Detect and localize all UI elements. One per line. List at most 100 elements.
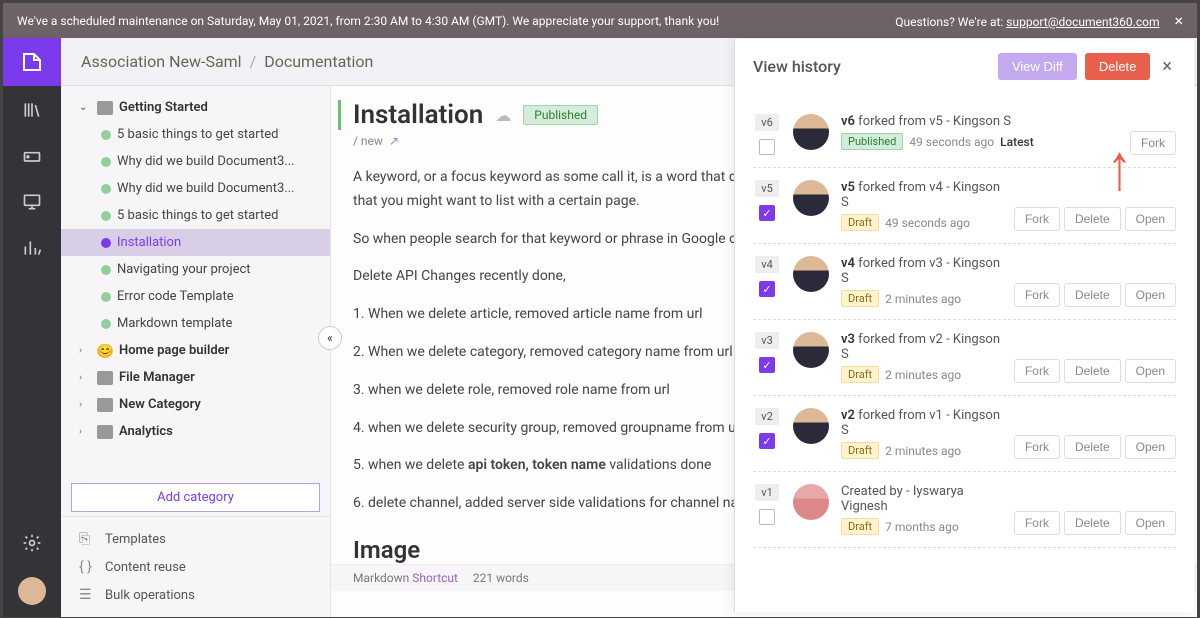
status-dot-icon	[101, 265, 111, 275]
home-icon: 😊	[97, 344, 113, 358]
status-badge: Published	[523, 105, 598, 125]
history-time: 2 minutes ago	[885, 292, 961, 306]
tree-item[interactable]: Error code Template	[61, 283, 330, 310]
collapse-sidebar-button[interactable]: «	[318, 326, 342, 350]
history-time: 49 seconds ago	[885, 216, 970, 230]
banner-text: We've a scheduled maintenance on Saturda…	[17, 14, 719, 28]
status-dot-icon	[101, 292, 111, 302]
add-category-button[interactable]: Add category	[71, 483, 320, 512]
author-avatar	[793, 332, 829, 368]
chevron-right-icon: ›	[79, 345, 91, 356]
folder-home-page-builder[interactable]: ›😊Home page builder	[61, 337, 330, 364]
status-dot-icon	[101, 184, 111, 194]
status-badge: Draft	[841, 442, 879, 459]
content-reuse-link[interactable]: { }Content reuse	[61, 553, 330, 581]
user-avatar[interactable]	[18, 577, 46, 605]
folder-file-manager[interactable]: ›File Manager	[61, 364, 330, 391]
fork-button[interactable]: Fork	[1014, 435, 1060, 459]
history-time: 7 months ago	[885, 520, 959, 534]
tree-item[interactable]: Navigating your project	[61, 256, 330, 283]
version-checkbox[interactable]: ✓	[759, 281, 775, 297]
status-dot-icon	[101, 157, 111, 167]
fork-button[interactable]: Fork	[1014, 207, 1060, 231]
article-title[interactable]: Installation	[353, 100, 483, 130]
folder-icon	[97, 425, 113, 439]
banner-question: Questions? We're at:	[895, 15, 1006, 29]
delete-version-button[interactable]: Delete	[1064, 511, 1121, 535]
folder-icon	[97, 101, 113, 115]
tree-item[interactable]: Why did we build Document3...	[61, 175, 330, 202]
open-button[interactable]: Open	[1125, 283, 1176, 307]
tree-item-installation[interactable]: Installation	[61, 229, 330, 256]
author-avatar	[793, 114, 829, 150]
app-logo[interactable]	[3, 38, 61, 86]
open-button[interactable]: Open	[1125, 511, 1176, 535]
cloud-icon: ☁	[495, 106, 511, 125]
templates-link[interactable]: ⎘Templates	[61, 525, 330, 553]
status-badge: Draft	[841, 366, 879, 383]
left-rail	[3, 86, 61, 617]
support-email-link[interactable]: support@document360.com	[1006, 15, 1159, 29]
status-badge: Published	[841, 133, 903, 150]
open-button[interactable]: Open	[1125, 435, 1176, 459]
chevron-right-icon: ›	[79, 426, 91, 437]
folder-getting-started[interactable]: ⌄Getting Started	[61, 94, 330, 121]
delete-version-button[interactable]: Delete	[1064, 207, 1121, 231]
delete-version-button[interactable]: Delete	[1064, 435, 1121, 459]
fork-button[interactable]: Fork	[1014, 283, 1060, 307]
annotation-arrow-icon	[1107, 129, 1132, 206]
status-badge: Draft	[841, 290, 879, 307]
tree-item[interactable]: Markdown template	[61, 310, 330, 337]
history-title: Created by - Iyswarya Vignesh	[841, 484, 1002, 514]
analytics-icon[interactable]	[20, 236, 44, 260]
delete-version-button[interactable]: Delete	[1064, 283, 1121, 307]
history-title: v5 forked from v4 - Kingson S	[841, 180, 1002, 210]
tree-item[interactable]: 5 basic things to get started	[61, 121, 330, 148]
folder-new-category[interactable]: ›New Category	[61, 391, 330, 418]
version-tag: v2	[755, 408, 779, 425]
version-checkbox[interactable]	[759, 139, 775, 155]
fork-button[interactable]: Fork	[1130, 131, 1176, 155]
fork-button[interactable]: Fork	[1014, 511, 1060, 535]
version-checkbox[interactable]	[759, 509, 775, 525]
desktop-icon[interactable]	[20, 190, 44, 214]
bulk-operations-link[interactable]: ☰Bulk operations	[61, 581, 330, 609]
history-title: v3 forked from v2 - Kingson S	[841, 332, 1002, 362]
maintenance-banner: We've a scheduled maintenance on Saturda…	[3, 3, 1197, 38]
version-tag: v3	[755, 332, 779, 349]
shortcut-link[interactable]: Shortcut	[412, 571, 458, 585]
breadcrumb-org[interactable]: Association New-Saml	[81, 52, 242, 71]
status-dot-icon	[101, 130, 111, 140]
version-checkbox[interactable]: ✓	[759, 357, 775, 373]
delete-version-button[interactable]: Delete	[1064, 359, 1121, 383]
tree-item[interactable]: Why did we build Document3...	[61, 148, 330, 175]
fork-button[interactable]: Fork	[1014, 359, 1060, 383]
sidebar-footer: ⎘Templates { }Content reuse ☰Bulk operat…	[61, 516, 330, 617]
drive-icon[interactable]	[20, 144, 44, 168]
delete-button[interactable]: Delete	[1085, 53, 1151, 80]
open-button[interactable]: Open	[1125, 359, 1176, 383]
banner-close-icon[interactable]: ×	[1174, 11, 1183, 30]
history-item: v1Created by - Iyswarya VigneshDraft7 mo…	[753, 472, 1176, 548]
open-button[interactable]: Open	[1125, 207, 1176, 231]
version-checkbox[interactable]: ✓	[759, 205, 775, 221]
history-item: v2✓v2 forked from v1 - Kingson SDraft2 m…	[753, 396, 1176, 472]
library-icon[interactable]	[20, 98, 44, 122]
tree-item[interactable]: 5 basic things to get started	[61, 202, 330, 229]
history-title: v2 forked from v1 - Kingson S	[841, 408, 1002, 438]
breadcrumb-page[interactable]: Documentation	[264, 52, 373, 71]
view-diff-button[interactable]: View Diff	[998, 53, 1077, 80]
external-link-icon[interactable]: ↗	[389, 134, 399, 148]
close-icon[interactable]: ×	[1158, 56, 1176, 77]
folder-analytics[interactable]: ›Analytics	[61, 418, 330, 445]
version-tag: v6	[755, 114, 779, 131]
history-item: v4 ✓ v4 forked from v3 - Kingson S Draft 2 m…	[753, 244, 1176, 320]
version-checkbox[interactable]: ✓	[759, 433, 775, 449]
version-tag: v4	[755, 256, 779, 273]
history-title: v4 forked from v3 - Kingson S	[841, 256, 1002, 286]
chevron-down-icon: ⌄	[79, 102, 91, 113]
version-tag: v1	[755, 484, 779, 501]
gear-icon[interactable]	[20, 531, 44, 555]
chevron-right-icon: ›	[79, 399, 91, 410]
braces-icon: { }	[79, 559, 95, 575]
